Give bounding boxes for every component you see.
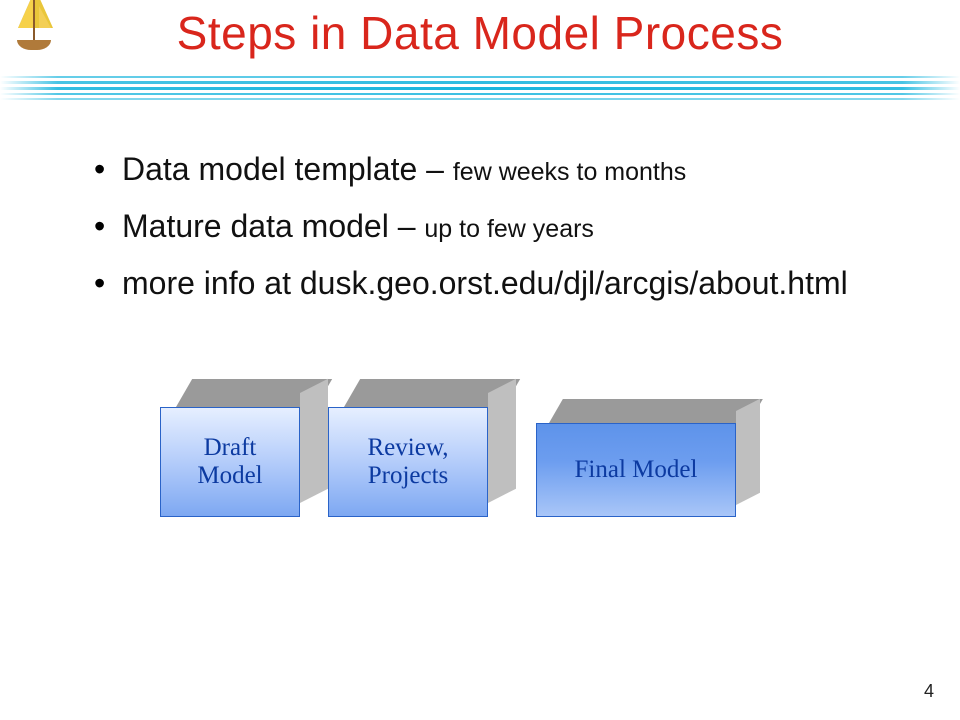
bullet-item: more info at dusk.geo.orst.edu/djl/arcgi… — [94, 262, 930, 305]
box-review-projects: Review, Projects — [328, 407, 488, 517]
bullet-text-strong: more info at dusk.geo.orst.edu/djl/arcgi… — [122, 265, 848, 301]
box-label: Review, Projects — [328, 407, 488, 517]
bullet-list: Data model template – few weeks to month… — [54, 148, 930, 306]
bullet-text-strong: Mature data model – — [122, 208, 424, 244]
bullet-item: Mature data model – up to few years — [94, 205, 930, 248]
box-draft-model: Draft Model — [160, 407, 300, 517]
header-divider — [0, 72, 960, 108]
bullet-text-rest: few weeks to months — [453, 158, 686, 186]
bullet-item: Data model template – few weeks to month… — [94, 148, 930, 191]
process-boxes: Draft Model Review, Projects Final Model — [160, 407, 736, 517]
slide-title: Steps in Data Model Process — [0, 6, 960, 60]
bullet-text-strong: Data model template – — [122, 151, 453, 187]
page-number: 4 — [924, 681, 934, 702]
box-label: Final Model — [536, 423, 736, 517]
box-final-model: Final Model — [536, 423, 736, 517]
slide-header: Steps in Data Model Process — [0, 0, 960, 108]
box-label: Draft Model — [160, 407, 300, 517]
bullet-text-rest: up to few years — [424, 215, 594, 243]
